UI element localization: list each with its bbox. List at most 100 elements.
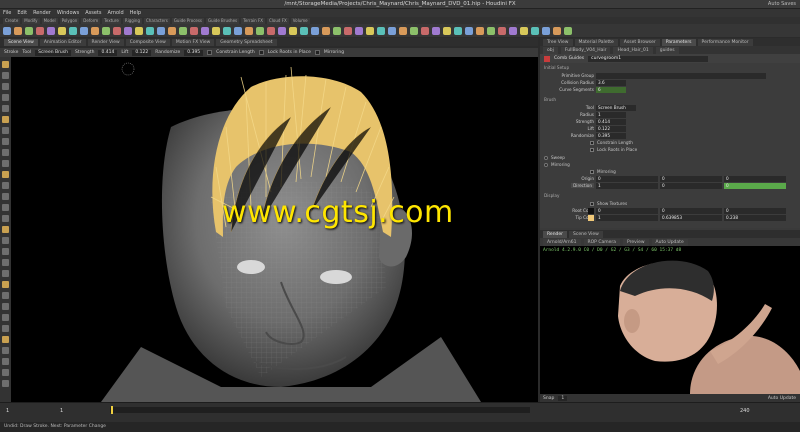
section-brush[interactable]: Brush — [544, 97, 556, 102]
shelf-tool-icon[interactable] — [58, 26, 66, 35]
tip-b-field[interactable]: 0.238 — [724, 215, 786, 221]
shelf-tool-icon[interactable] — [36, 26, 44, 35]
shelf-tool-icon[interactable] — [388, 26, 396, 35]
strength-param-field[interactable]: 0.414 — [596, 119, 626, 125]
sweep-radio[interactable] — [544, 156, 548, 160]
shelf-tool-icon[interactable] — [201, 26, 209, 35]
lift-field[interactable]: 0.122 — [132, 49, 152, 56]
render-view[interactable]: Arnold 4.2.9.0 C0 / D0 / G2 / G3 / S4 / … — [540, 246, 800, 394]
shelf-tab[interactable]: Rigging — [122, 17, 142, 24]
radius-field[interactable]: 1 — [596, 112, 626, 118]
end-frame[interactable]: 240 — [740, 408, 750, 414]
current-frame[interactable]: 1 — [6, 408, 9, 414]
shelf-tool-icon[interactable] — [25, 26, 33, 35]
shelf-tool-icon[interactable] — [14, 26, 22, 35]
shelf-tool-icon[interactable] — [311, 26, 319, 35]
tab-motion-fx[interactable]: Motion FX View — [171, 38, 215, 46]
viewport-tool-icon[interactable] — [2, 215, 9, 222]
path-guides[interactable]: guides — [655, 46, 679, 54]
shelf-tool-icon[interactable] — [234, 26, 242, 35]
tab-material-palette[interactable]: Material Palette — [574, 38, 618, 46]
viewport-tool-icon[interactable] — [2, 380, 9, 387]
direction-z-field[interactable]: 0 — [724, 183, 786, 189]
shelf-tool-icon[interactable] — [498, 26, 506, 35]
shelf-tool-icon[interactable] — [69, 26, 77, 35]
path-obj[interactable]: obj — [543, 46, 558, 54]
shelf-tool-icon[interactable] — [377, 26, 385, 35]
strength-field[interactable]: 0.414 — [98, 49, 118, 56]
shelf-tool-icon[interactable] — [509, 26, 517, 35]
tip-r-field[interactable]: 1 — [596, 215, 658, 221]
start-frame[interactable]: 1 — [60, 408, 63, 414]
root-color-swatch[interactable] — [588, 208, 594, 214]
randomize-param-field[interactable]: 0.395 — [596, 133, 626, 139]
viewport-tool-icon[interactable] — [2, 347, 9, 354]
viewport-tool-icon[interactable] — [2, 127, 9, 134]
camera-select[interactable]: ROP Camera — [583, 238, 620, 246]
shelf-tab[interactable]: Characters — [143, 17, 170, 24]
origin-y-field[interactable]: 0 — [660, 176, 722, 182]
shelf-tool-icon[interactable] — [47, 26, 55, 35]
shelf-tool-icon[interactable] — [421, 26, 429, 35]
tab-performance-monitor[interactable]: Performance Monitor — [697, 38, 753, 46]
menu-render[interactable]: Render — [33, 10, 51, 16]
shelf-tab[interactable]: Volume — [290, 17, 310, 24]
menu-windows[interactable]: Windows — [57, 10, 79, 16]
lock-roots-param-checkbox[interactable] — [590, 148, 594, 152]
primitive-group-field[interactable] — [596, 73, 766, 79]
shelf-tool-icon[interactable] — [80, 26, 88, 35]
viewport-tool-icon[interactable] — [2, 358, 9, 365]
viewport-tool-icon[interactable] — [2, 325, 9, 332]
shelf-tool-icon[interactable] — [410, 26, 418, 35]
viewport-tool-icon[interactable] — [2, 237, 9, 244]
viewport-tool-icon[interactable] — [2, 160, 9, 167]
origin-z-field[interactable]: 0 — [724, 176, 786, 182]
constrain-length-param-checkbox[interactable] — [590, 141, 594, 145]
viewport-tool-icon[interactable] — [2, 281, 9, 288]
viewport-tool-icon[interactable] — [2, 182, 9, 189]
shelf-tool-icon[interactable] — [454, 26, 462, 35]
shelf-tool-icon[interactable] — [289, 26, 297, 35]
lock-roots-checkbox[interactable] — [258, 50, 264, 55]
menu-assets[interactable]: Assets — [85, 10, 101, 16]
preview-toggle[interactable]: Preview — [623, 238, 649, 246]
origin-x-field[interactable]: 0 — [596, 176, 658, 182]
shelf-tool-icon[interactable] — [432, 26, 440, 35]
shelf-tool-icon[interactable] — [135, 26, 143, 35]
shelf-tab[interactable]: Guide Brushes — [206, 17, 240, 24]
shelf-tool-icon[interactable] — [278, 26, 286, 35]
shelf-tool-icon[interactable] — [168, 26, 176, 35]
mirroring-param-checkbox[interactable] — [590, 170, 594, 174]
viewport-tool-icon[interactable] — [2, 105, 9, 112]
shelf-tool-icon[interactable] — [223, 26, 231, 35]
renderer-select[interactable]: Arnold/Arn61 — [543, 238, 581, 246]
shelf-tool-icon[interactable] — [212, 26, 220, 35]
autosave-label[interactable]: Auto Saves — [768, 1, 796, 7]
tab-asset-browser[interactable]: Asset Browser — [619, 38, 660, 46]
shelf-tool-icon[interactable] — [542, 26, 550, 35]
shelf-tool-icon[interactable] — [124, 26, 132, 35]
viewport-tool-icon[interactable] — [2, 94, 9, 101]
direction-y-field[interactable]: 0 — [660, 183, 722, 189]
shelf-tab[interactable]: Guide Process — [171, 17, 205, 24]
shelf-tool-icon[interactable] — [179, 26, 187, 35]
collision-radius-field[interactable]: 3.6 — [596, 80, 626, 86]
shelf-tool-icon[interactable] — [245, 26, 253, 35]
viewport-tool-icon[interactable] — [2, 259, 9, 266]
shelf-tool-icon[interactable] — [476, 26, 484, 35]
auto-update-toggle[interactable]: Auto Update — [651, 238, 688, 246]
path-head-hair[interactable]: Head_Hair_01 — [613, 46, 653, 54]
shelf-tool-icon[interactable] — [3, 26, 11, 35]
shelf-tool-icon[interactable] — [146, 26, 154, 35]
tab-scene-view[interactable]: Scene View — [4, 38, 38, 46]
menu-arnold[interactable]: Arnold — [107, 10, 123, 16]
shelf-tool-icon[interactable] — [531, 26, 539, 35]
playhead[interactable] — [111, 406, 113, 414]
viewport-tool-icon[interactable] — [2, 369, 9, 376]
curve-segments-field[interactable]: 6 — [596, 87, 626, 93]
shelf-tool-icon[interactable] — [443, 26, 451, 35]
viewport-tool-icon[interactable] — [2, 204, 9, 211]
path-fullbody[interactable]: FullBody_V04_Hair — [560, 46, 611, 54]
shelf-tool-icon[interactable] — [102, 26, 110, 35]
viewport-tool-icon[interactable] — [2, 116, 9, 123]
